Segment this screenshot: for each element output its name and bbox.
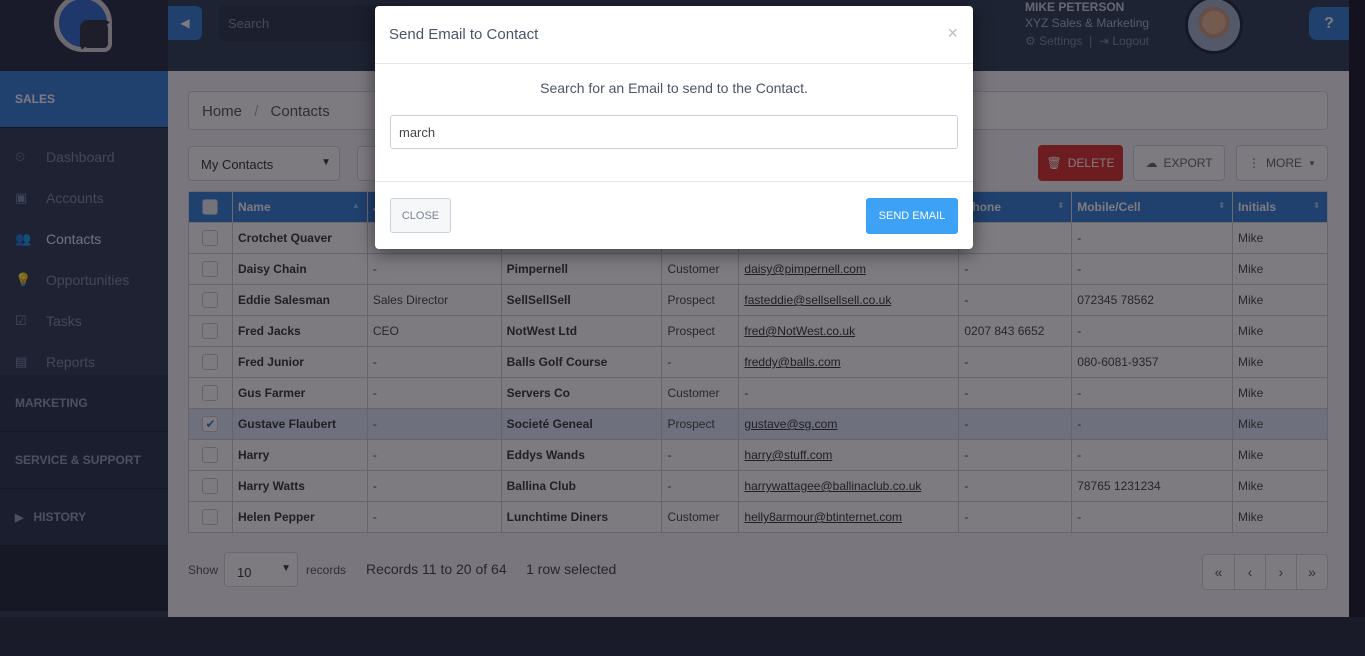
modal-body: Search for an Email to send to the Conta… — [375, 64, 973, 182]
email-search-input[interactable] — [390, 115, 958, 149]
modal-title: Send Email to Contact — [389, 26, 539, 43]
modal-header: Send Email to Contact × — [375, 6, 973, 64]
close-button[interactable]: CLOSE — [390, 198, 451, 233]
send-email-button[interactable]: SEND EMAIL — [866, 198, 958, 234]
send-email-modal: Send Email to Contact × Search for an Em… — [375, 6, 973, 249]
close-icon[interactable]: × — [947, 23, 958, 44]
modal-footer: CLOSE SEND EMAIL — [375, 182, 973, 248]
modal-description: Search for an Email to send to the Conta… — [540, 80, 808, 96]
